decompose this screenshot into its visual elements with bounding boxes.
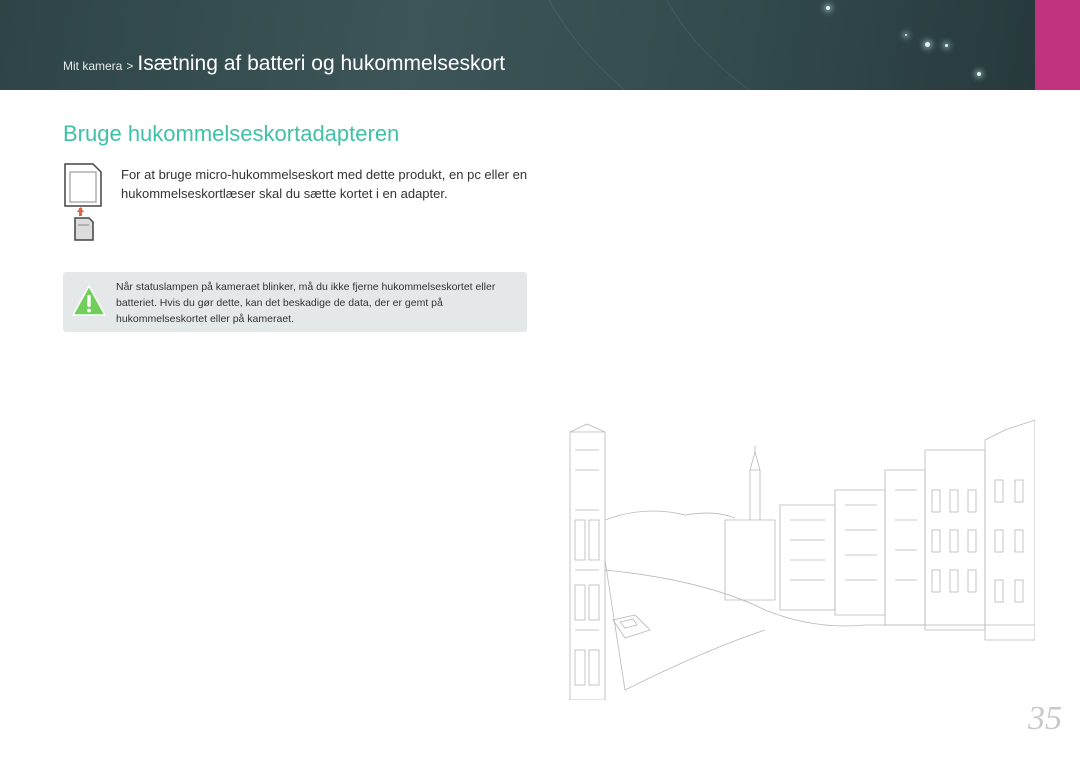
header-sparkle	[925, 42, 930, 47]
header-sparkle	[945, 44, 948, 47]
section-title: Bruge hukommelseskortadapteren	[63, 121, 400, 146]
page-number: 35	[1028, 700, 1062, 737]
breadcrumb-current: Isætning af batteri og hukommelseskort	[137, 52, 506, 75]
intro-paragraph: For at bruge micro-hukommelseskort med d…	[121, 167, 528, 201]
header-sparkle	[905, 34, 907, 36]
breadcrumb-parent: Mit kamera	[63, 59, 123, 73]
warning-icon	[72, 285, 106, 316]
header-sparkle	[977, 72, 981, 76]
memory-card-adapter-icon	[64, 163, 102, 241]
city-canal-sketch	[569, 419, 1035, 700]
header-accent-block	[1035, 0, 1080, 90]
warning-text: Når statuslampen på kameraet blinker, må…	[116, 281, 496, 325]
warning-note: Når statuslampen på kameraet blinker, må…	[63, 272, 527, 332]
breadcrumb: Mit kamera > Isætning af batteri og huko…	[63, 52, 505, 82]
header-sparkle	[826, 6, 830, 10]
breadcrumb-separator: >	[126, 59, 134, 73]
